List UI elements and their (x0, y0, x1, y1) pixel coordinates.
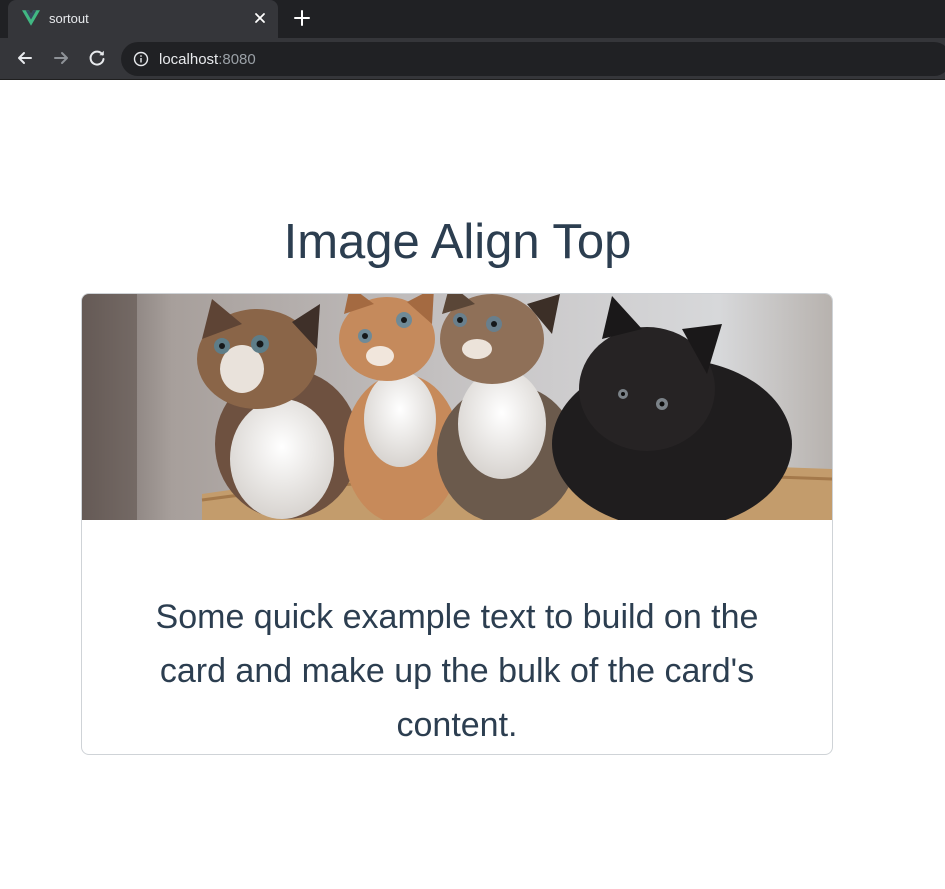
card: Some quick example text to build on the … (81, 293, 833, 755)
kittens-photo (82, 294, 832, 520)
vue-logo-icon (22, 10, 40, 26)
arrow-right-icon[interactable] (51, 48, 71, 68)
address-bar[interactable]: localhost:8080 (121, 42, 945, 76)
tab-title: sortout (49, 11, 89, 26)
browser-tab-strip: sortout (0, 0, 945, 38)
url-host: localhost (159, 51, 219, 68)
page-title: Image Align Top (283, 215, 632, 269)
url-port: :8080 (218, 51, 256, 68)
reload-icon[interactable] (87, 48, 107, 68)
browser-tab[interactable]: sortout (8, 0, 278, 38)
browser-toolbar: localhost:8080 (0, 38, 945, 80)
info-icon[interactable] (133, 51, 149, 67)
plus-icon[interactable] (292, 8, 312, 28)
arrow-left-icon[interactable] (15, 48, 35, 68)
url-text: localhost:8080 (159, 51, 256, 68)
close-icon[interactable] (252, 10, 268, 26)
card-text: Some quick example text to build on the … (155, 598, 759, 744)
